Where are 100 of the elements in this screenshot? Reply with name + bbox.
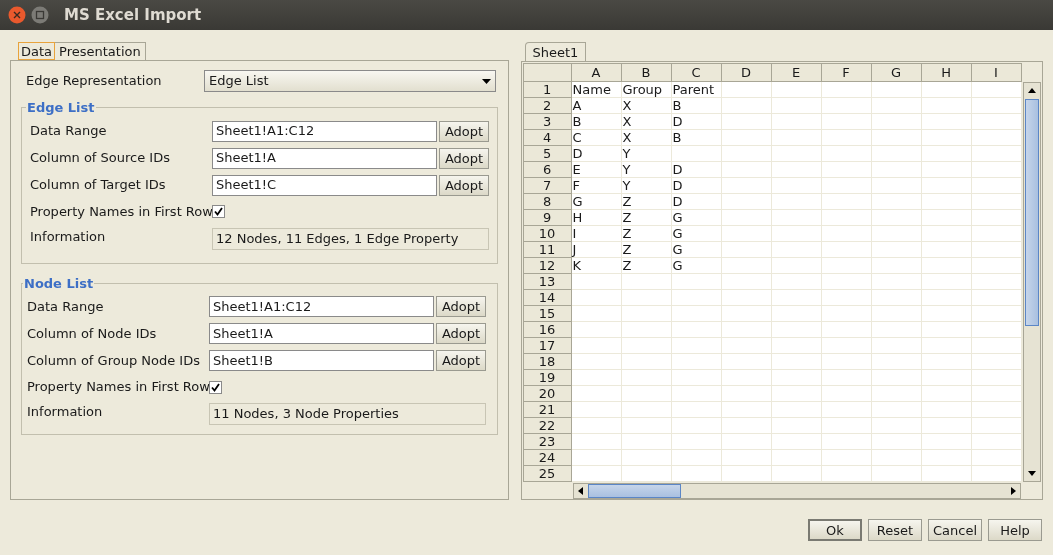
table-cell: X (621, 98, 672, 114)
maximize-icon[interactable] (31, 6, 49, 24)
field-label: Column of Source IDs (30, 149, 171, 168)
field-label: Column of Group Node IDs (27, 351, 201, 370)
column-header[interactable]: I (971, 63, 1022, 82)
table-cell: Name (571, 82, 622, 98)
horizontal-scrollbar[interactable] (572, 483, 1021, 499)
input-field[interactable]: Sheet1!C (212, 174, 437, 196)
check-icon (214, 207, 223, 216)
column-header[interactable]: C (671, 63, 722, 82)
input-field[interactable]: Sheet1!B (209, 350, 434, 371)
dialog-button[interactable]: Ok (808, 519, 862, 541)
table-cell: Z (621, 242, 672, 258)
column-header[interactable]: B (621, 63, 672, 82)
row-header[interactable]: 16 (522, 322, 572, 338)
row-header[interactable]: 21 (522, 402, 572, 418)
scroll-thumb[interactable] (587, 484, 681, 498)
info-field: 12 Nodes, 11 Edges, 1 Edge Property (212, 227, 489, 250)
scroll-thumb[interactable] (1024, 99, 1039, 326)
dialog-button[interactable]: Help (988, 519, 1042, 541)
row-header[interactable]: 10 (522, 226, 572, 242)
section-title: Edge List (26, 99, 96, 117)
row-header[interactable]: 11 (522, 242, 572, 258)
window-title: MS Excel Import (64, 4, 202, 26)
row-header[interactable]: 24 (522, 450, 572, 466)
table-cell: G (671, 258, 722, 274)
column-header[interactable]: G (871, 63, 922, 82)
table-cell: J (571, 242, 622, 258)
table-cell: B (571, 114, 622, 130)
info-field: 11 Nodes, 3 Node Properties (209, 403, 486, 425)
field-label: Property Names in First Row (27, 378, 209, 397)
table-cell: G (671, 226, 722, 242)
adopt-button[interactable]: Adopt (439, 120, 489, 142)
dialog-button[interactable]: Cancel (928, 519, 982, 541)
adopt-button[interactable]: Adopt (439, 174, 489, 196)
column-header[interactable]: A (571, 63, 622, 82)
table-cell: E (571, 162, 622, 178)
field-label: Column of Target IDs (30, 176, 167, 195)
row-header[interactable]: 4 (522, 130, 572, 146)
input-field[interactable]: Sheet1!A (209, 323, 434, 344)
close-icon[interactable] (8, 6, 26, 24)
sheet-tab[interactable]: Sheet1 (524, 42, 587, 61)
table-cell: Y (621, 146, 672, 162)
row-header[interactable]: 12 (522, 258, 572, 274)
column-header[interactable]: H (921, 63, 972, 82)
row-header[interactable]: 18 (522, 354, 572, 370)
adopt-button[interactable]: Adopt (436, 323, 486, 344)
row-header[interactable]: 15 (522, 306, 572, 322)
field-label: Data Range (30, 122, 108, 141)
table-cell: Group (621, 82, 672, 98)
table-cell: C (571, 130, 622, 146)
table-cell: Z (621, 210, 672, 226)
dialog-button[interactable]: Reset (868, 519, 922, 541)
row-header[interactable]: 13 (522, 274, 572, 290)
row-header[interactable]: 9 (522, 210, 572, 226)
table-cell: D (571, 146, 622, 162)
dropdown[interactable]: Edge List (204, 70, 496, 92)
row-header[interactable]: 20 (522, 386, 572, 402)
row-header[interactable]: 25 (522, 466, 572, 482)
row-header[interactable]: 8 (522, 194, 572, 210)
table-cell: D (671, 162, 722, 178)
checkbox[interactable] (209, 380, 222, 394)
column-header[interactable]: D (721, 63, 772, 82)
table-cell: A (571, 98, 622, 114)
row-header[interactable]: 5 (522, 146, 572, 162)
row-header[interactable]: 2 (522, 98, 572, 114)
adopt-button[interactable]: Adopt (436, 296, 486, 317)
table-cell: X (621, 114, 672, 130)
field-label: Edge Representation (26, 72, 163, 91)
adopt-button[interactable]: Adopt (436, 350, 486, 371)
row-header[interactable]: 19 (522, 370, 572, 386)
table-cell: Y (621, 178, 672, 194)
table-cell: D (671, 114, 722, 130)
table-cell: B (671, 130, 722, 146)
row-header[interactable]: 7 (522, 178, 572, 194)
column-header[interactable]: F (821, 63, 872, 82)
row-header[interactable]: 23 (522, 434, 572, 450)
input-field[interactable]: Sheet1!A1:C12 (212, 120, 437, 142)
adopt-button[interactable]: Adopt (439, 147, 489, 169)
checkbox[interactable] (212, 205, 225, 218)
tab[interactable]: Data (18, 42, 56, 60)
row-header[interactable]: 3 (522, 114, 572, 130)
section-title: Node List (23, 274, 95, 293)
column-header[interactable]: E (771, 63, 822, 82)
row-header[interactable]: 14 (522, 290, 572, 306)
caret-icon (482, 78, 491, 84)
row-header[interactable]: 17 (522, 338, 572, 354)
input-field[interactable]: Sheet1!A1:C12 (209, 296, 434, 317)
row-header[interactable]: 1 (522, 82, 572, 98)
tab[interactable]: Presentation (55, 42, 146, 60)
input-field[interactable]: Sheet1!A (212, 147, 437, 169)
row-header[interactable]: 22 (522, 418, 572, 434)
field-label: Column of Node IDs (27, 324, 158, 343)
field-label: Information (30, 227, 107, 246)
table-cell: H (571, 210, 622, 226)
vertical-scrollbar[interactable] (1022, 82, 1041, 482)
check-icon (211, 382, 220, 392)
row-header[interactable]: 6 (522, 162, 572, 178)
table-cell: Y (621, 162, 672, 178)
table-cell: D (671, 194, 722, 210)
